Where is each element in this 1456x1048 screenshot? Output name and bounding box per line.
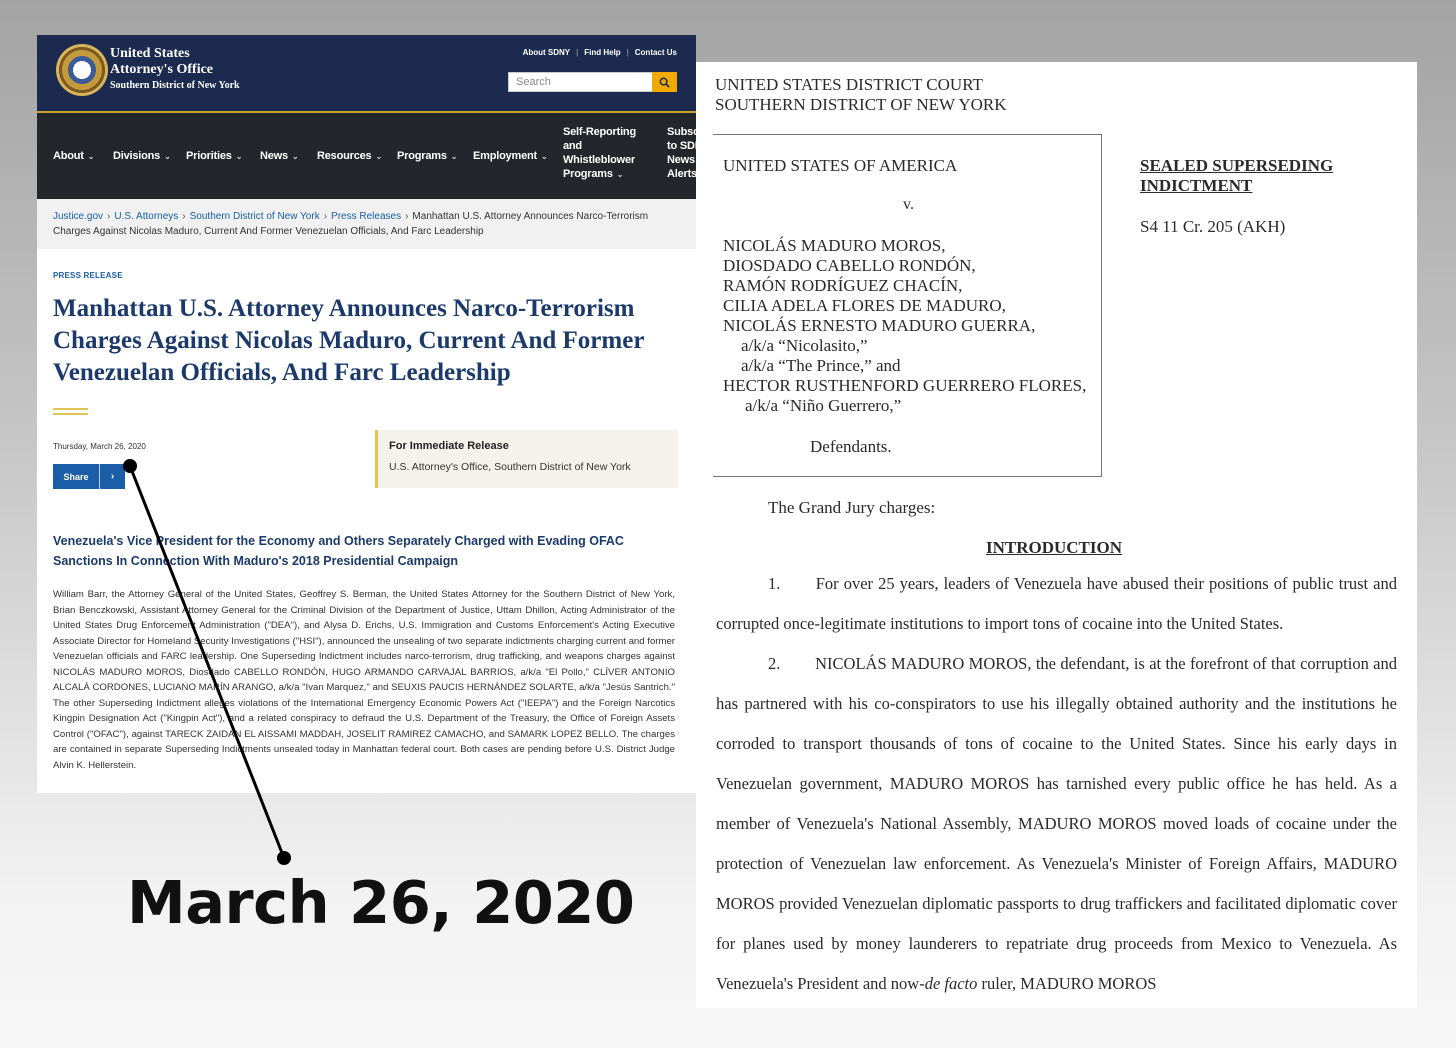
- nav-label: Divisions: [113, 150, 161, 162]
- site-header: United States Attorney's Office Southern…: [37, 35, 696, 111]
- release-office: U.S. Attorney's Office, Southern Distric…: [389, 461, 631, 473]
- chevron-down-icon: ⌄: [291, 152, 299, 161]
- grand-jury-line: The Grand Jury charges:: [768, 498, 936, 517]
- plaintiff: UNITED STATES OF AMERICA: [723, 156, 958, 175]
- search-button[interactable]: [652, 72, 677, 92]
- chevron-down-icon: ⌄: [87, 152, 95, 161]
- article-body: William Barr, the Attorney General of th…: [53, 589, 675, 771]
- nav-self-reporting[interactable]: Self-Reporting and Whistleblower Program…: [563, 125, 643, 182]
- defendant-alias: a/k/a “Nicolasito,”: [741, 336, 868, 355]
- paragraph-2-italic: de facto: [924, 974, 978, 993]
- about-sdny-link[interactable]: About SDNY: [523, 48, 571, 57]
- title-accent: [53, 408, 88, 410]
- defendant: NICOLÁS ERNESTO MADURO GUERRA,: [723, 316, 1036, 335]
- nav-news[interactable]: News ⌄: [260, 149, 299, 164]
- divider: |: [576, 48, 579, 57]
- nav-programs[interactable]: Programs ⌄: [397, 149, 457, 164]
- chevron-down-icon: ⌄: [450, 152, 458, 161]
- page-title: Manhattan U.S. Attorney Announces Narco-…: [53, 295, 644, 386]
- nav-resources[interactable]: Resources ⌄: [317, 149, 382, 164]
- defendant: RAMÓN RODRÍGUEZ CHACÍN,: [723, 276, 963, 295]
- defendant: HECTOR RUSTHENFORD GUERRERO FLORES,: [723, 376, 1087, 395]
- site-name[interactable]: United States Attorney's Office: [110, 46, 213, 78]
- doj-seal-icon[interactable]: [56, 44, 108, 96]
- callout-date: March 26, 2020: [127, 868, 635, 937]
- share-button[interactable]: Share ›: [53, 464, 125, 489]
- case-number: S4 11 Cr. 205 (AKH): [1140, 217, 1286, 236]
- chevron-right-icon: ›: [110, 471, 115, 482]
- chevron-down-icon: ⌄: [541, 152, 548, 161]
- paragraph-2-text: 2. NICOLÁS MADURO MOROS, the defendant, …: [716, 654, 1397, 993]
- nav-label: Subscribe to SDNY News Alerts: [667, 126, 696, 180]
- release-title: For Immediate Release: [389, 440, 509, 452]
- defendant-alias: a/k/a “The Prince,” and: [741, 356, 901, 375]
- defendant: CILIA ADELA FLORES DE MADURO,: [723, 296, 1006, 315]
- breadcrumb-justice-link[interactable]: Justice.gov: [53, 211, 103, 222]
- paragraph-2-end: ruler, MADURO MOROS: [977, 974, 1157, 993]
- paragraph-2: 2. NICOLÁS MADURO MOROS, the defendant, …: [716, 644, 1397, 1004]
- chevron-right-icon: ›: [323, 211, 328, 222]
- nav-priorities[interactable]: Priorities ⌄: [186, 149, 242, 164]
- nav-label: Programs: [397, 150, 447, 162]
- introduction-heading: INTRODUCTION: [986, 538, 1123, 557]
- search-icon: [659, 77, 670, 88]
- nav-subscribe[interactable]: Subscribe to SDNY News Alerts: [667, 125, 696, 181]
- nav-label: Self-Reporting and Whistleblower Program…: [563, 126, 636, 180]
- nav-label: Employment: [473, 150, 538, 162]
- defendant: DIOSDADO CABELLO RONDÓN,: [723, 256, 976, 275]
- site-subtitle: Southern District of New York: [110, 80, 240, 91]
- nav-label: Resources: [317, 150, 372, 162]
- defendant: NICOLÁS MADURO MOROS,: [723, 236, 946, 255]
- chevron-right-icon: ›: [405, 211, 409, 222]
- chevron-down-icon: ⌄: [375, 152, 382, 161]
- breadcrumb-press-releases-link[interactable]: Press Releases: [331, 211, 401, 222]
- contact-us-link[interactable]: Contact Us: [635, 48, 677, 57]
- share-label: Share: [63, 471, 89, 482]
- chevron-down-icon: ⌄: [235, 152, 243, 161]
- indictment-document: UNITED STATES DISTRICT COURT SOUTHERN DI…: [696, 62, 1417, 1008]
- defendants-label: Defendants.: [810, 437, 892, 456]
- divider: [99, 464, 100, 489]
- release-date: Thursday, March 26, 2020: [53, 442, 146, 451]
- release-info-box: For Immediate Release U.S. Attorney's Of…: [375, 430, 678, 488]
- chevron-right-icon: ›: [107, 211, 111, 222]
- press-release-webpage: United States Attorney's Office Southern…: [37, 35, 696, 793]
- nav-about[interactable]: About ⌄: [53, 149, 94, 164]
- nav-divisions[interactable]: Divisions ⌄: [113, 149, 171, 164]
- paragraph-1: 1. For over 25 years, leaders of Venezue…: [716, 574, 1397, 633]
- chevron-down-icon: ⌄: [616, 170, 624, 179]
- nav-label: Priorities: [186, 150, 232, 162]
- breadcrumb-sdny-link[interactable]: Southern District of New York: [190, 211, 320, 222]
- defendants-list: NICOLÁS MADURO MOROS, DIOSDADO CABELLO R…: [723, 236, 1086, 416]
- court-name: UNITED STATES DISTRICT COURT SOUTHERN DI…: [715, 75, 1007, 114]
- find-help-link[interactable]: Find Help: [584, 48, 620, 57]
- defendant-alias: a/k/a “Niño Guerrero,”: [745, 396, 902, 415]
- press-release-label: PRESS RELEASE: [53, 271, 123, 280]
- utility-links: About SDNY | Find Help | Contact Us: [523, 48, 677, 57]
- breadcrumb-us-attorneys-link[interactable]: U.S. Attorneys: [114, 211, 178, 222]
- search-input[interactable]: Search: [508, 72, 654, 92]
- nav-label: About: [53, 150, 84, 162]
- divider: |: [626, 48, 629, 57]
- versus: v.: [903, 196, 914, 213]
- breadcrumb: Justice.gov › U.S. Attorneys › Southern Dist…: [37, 199, 696, 249]
- pointer-dot: [277, 851, 291, 865]
- document-title: SEALED SUPERSEDING INDICTMENT: [1140, 156, 1334, 195]
- nav-label: News: [260, 150, 288, 162]
- chevron-down-icon: ⌄: [164, 152, 171, 161]
- title-accent: [53, 413, 88, 415]
- article-subheading: Venezuela's Vice President for the Econo…: [53, 534, 624, 568]
- main-navigation: About ⌄ Divisions ⌄ Priorities ⌄ News ⌄ Reso…: [37, 113, 696, 199]
- nav-employment[interactable]: Employment ⌄: [473, 149, 548, 164]
- chevron-right-icon: ›: [182, 211, 186, 222]
